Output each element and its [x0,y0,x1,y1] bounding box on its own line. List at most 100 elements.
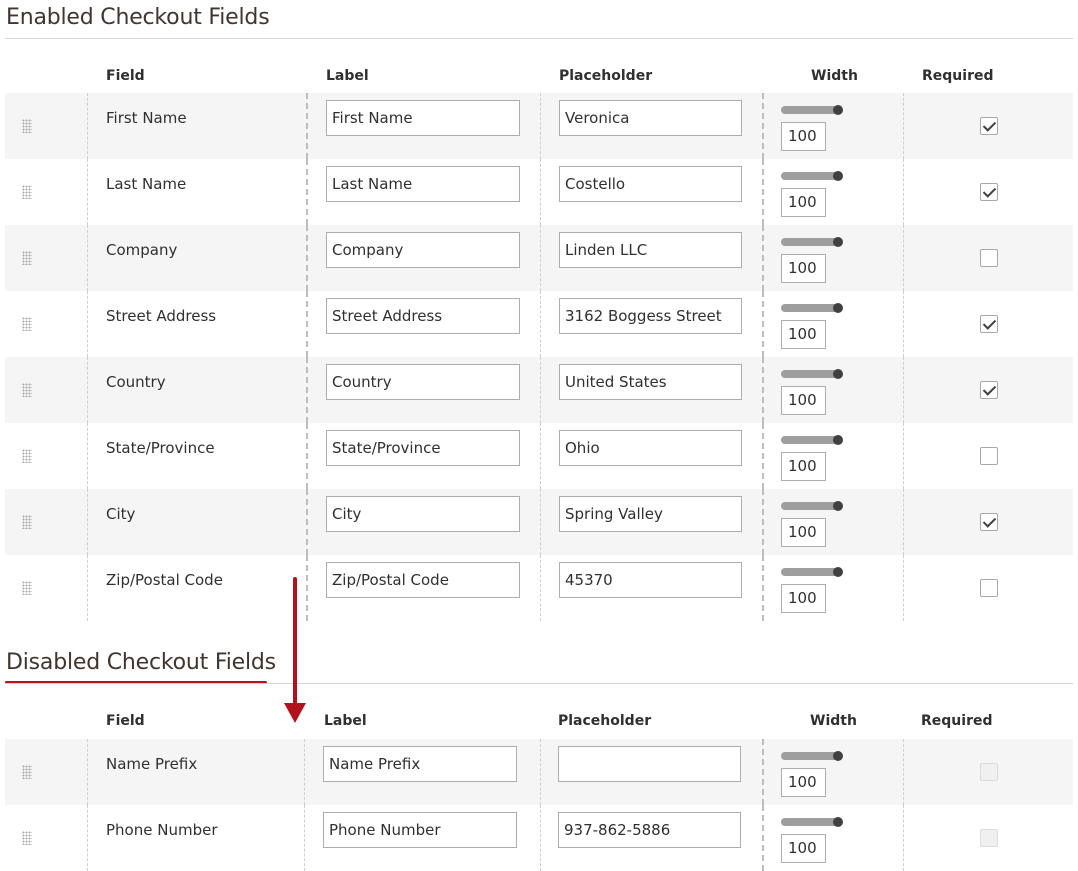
width-slider[interactable] [781,567,843,577]
drag-handle-icon[interactable] [22,251,32,265]
drag-handle-icon[interactable] [22,119,32,133]
placeholder-input[interactable]: 937-862-5886 [558,812,741,848]
column-divider [87,225,88,291]
col-header-placeholder: Placeholder [558,713,652,729]
drag-handle-icon[interactable] [22,581,32,595]
width-input[interactable]: 100 [781,188,826,217]
label-input[interactable]: City [326,496,520,532]
slider-knob[interactable] [833,369,843,379]
column-divider [762,423,764,489]
required-checkbox[interactable] [980,117,998,135]
width-input[interactable]: 100 [781,386,826,415]
placeholder-input[interactable]: Spring Valley [559,496,742,532]
placeholder-input[interactable] [558,746,741,782]
width-slider[interactable] [781,237,843,247]
label-input[interactable]: Name Prefix [323,746,517,782]
placeholder-input[interactable]: Ohio [559,430,742,466]
label-input[interactable]: Zip/Postal Code [326,562,520,598]
width-slider[interactable] [781,817,843,827]
column-divider [87,489,88,555]
required-checkbox[interactable] [980,447,998,465]
slider-knob[interactable] [833,501,843,511]
table-row: Country Country United States 100 [5,357,1073,423]
field-name: Zip/Postal Code [106,571,223,589]
width-slider[interactable] [781,303,843,313]
col-header-width: Width [810,713,857,729]
slider-knob[interactable] [833,105,843,115]
width-input[interactable]: 100 [781,518,826,547]
column-divider [540,225,541,291]
col-header-placeholder: Placeholder [559,68,653,84]
width-input[interactable]: 100 [781,768,826,797]
label-input[interactable]: Phone Number [323,812,517,848]
label-input[interactable]: Country [326,364,520,400]
width-slider[interactable] [781,751,843,761]
width-input[interactable]: 100 [781,122,826,151]
column-divider [903,159,904,225]
width-input[interactable]: 100 [781,320,826,349]
placeholder-input[interactable]: Veronica [559,100,742,136]
label-input[interactable]: Street Address [326,298,520,334]
placeholder-input[interactable]: Linden LLC [559,232,742,268]
column-divider [87,357,88,423]
slider-knob[interactable] [833,435,843,445]
column-divider [540,291,541,357]
table-row: Phone Number Phone Number 937-862-5886 1… [5,805,1073,871]
field-name: City [106,505,136,523]
slider-knob[interactable] [833,237,843,247]
field-name: Street Address [106,307,217,325]
field-name: Phone Number [106,821,218,839]
column-divider [903,357,904,423]
drag-handle-icon[interactable] [22,449,32,463]
required-checkbox[interactable] [980,249,998,267]
column-divider [762,159,764,225]
column-divider [903,291,904,357]
column-divider [304,739,305,805]
required-checkbox[interactable] [980,579,998,597]
width-input[interactable]: 100 [781,254,826,283]
drag-handle-icon[interactable] [22,831,32,845]
label-input[interactable]: State/Province [326,430,520,466]
column-divider [903,423,904,489]
width-slider[interactable] [781,435,843,445]
label-input[interactable]: Last Name [326,166,520,202]
slider-knob[interactable] [833,303,843,313]
drag-handle-icon[interactable] [22,185,32,199]
required-checkbox[interactable] [980,315,998,333]
placeholder-input[interactable]: United States [559,364,742,400]
table-row: First Name First Name Veronica 100 [5,93,1073,159]
width-input[interactable]: 100 [781,834,826,863]
label-input[interactable]: Company [326,232,520,268]
required-checkbox[interactable] [980,513,998,531]
column-divider [306,423,308,489]
column-divider [762,555,764,621]
required-checkbox[interactable] [980,183,998,201]
drag-handle-icon[interactable] [22,765,32,779]
column-divider [87,805,88,871]
width-slider[interactable] [781,501,843,511]
slider-knob[interactable] [833,751,843,761]
field-name: Last Name [106,175,187,193]
enabled-section-title: Enabled Checkout Fields [6,5,270,30]
slider-knob[interactable] [833,567,843,577]
width-input[interactable]: 100 [781,584,826,613]
drag-handle-icon[interactable] [22,383,32,397]
column-divider [762,739,764,805]
placeholder-input[interactable]: 3162 Boggess Street [559,298,742,334]
placeholder-input[interactable]: Costello [559,166,742,202]
slider-knob[interactable] [833,171,843,181]
table-row: State/Province State/Province Ohio 100 [5,423,1073,489]
placeholder-input[interactable]: 45370 [559,562,742,598]
width-slider[interactable] [781,105,843,115]
column-divider [306,225,308,291]
width-slider[interactable] [781,369,843,379]
column-divider [762,805,764,871]
required-checkbox[interactable] [980,381,998,399]
width-slider[interactable] [781,171,843,181]
drag-handle-icon[interactable] [22,317,32,331]
column-divider [306,357,308,423]
label-input[interactable]: First Name [326,100,520,136]
slider-knob[interactable] [833,817,843,827]
width-input[interactable]: 100 [781,452,826,481]
drag-handle-icon[interactable] [22,515,32,529]
